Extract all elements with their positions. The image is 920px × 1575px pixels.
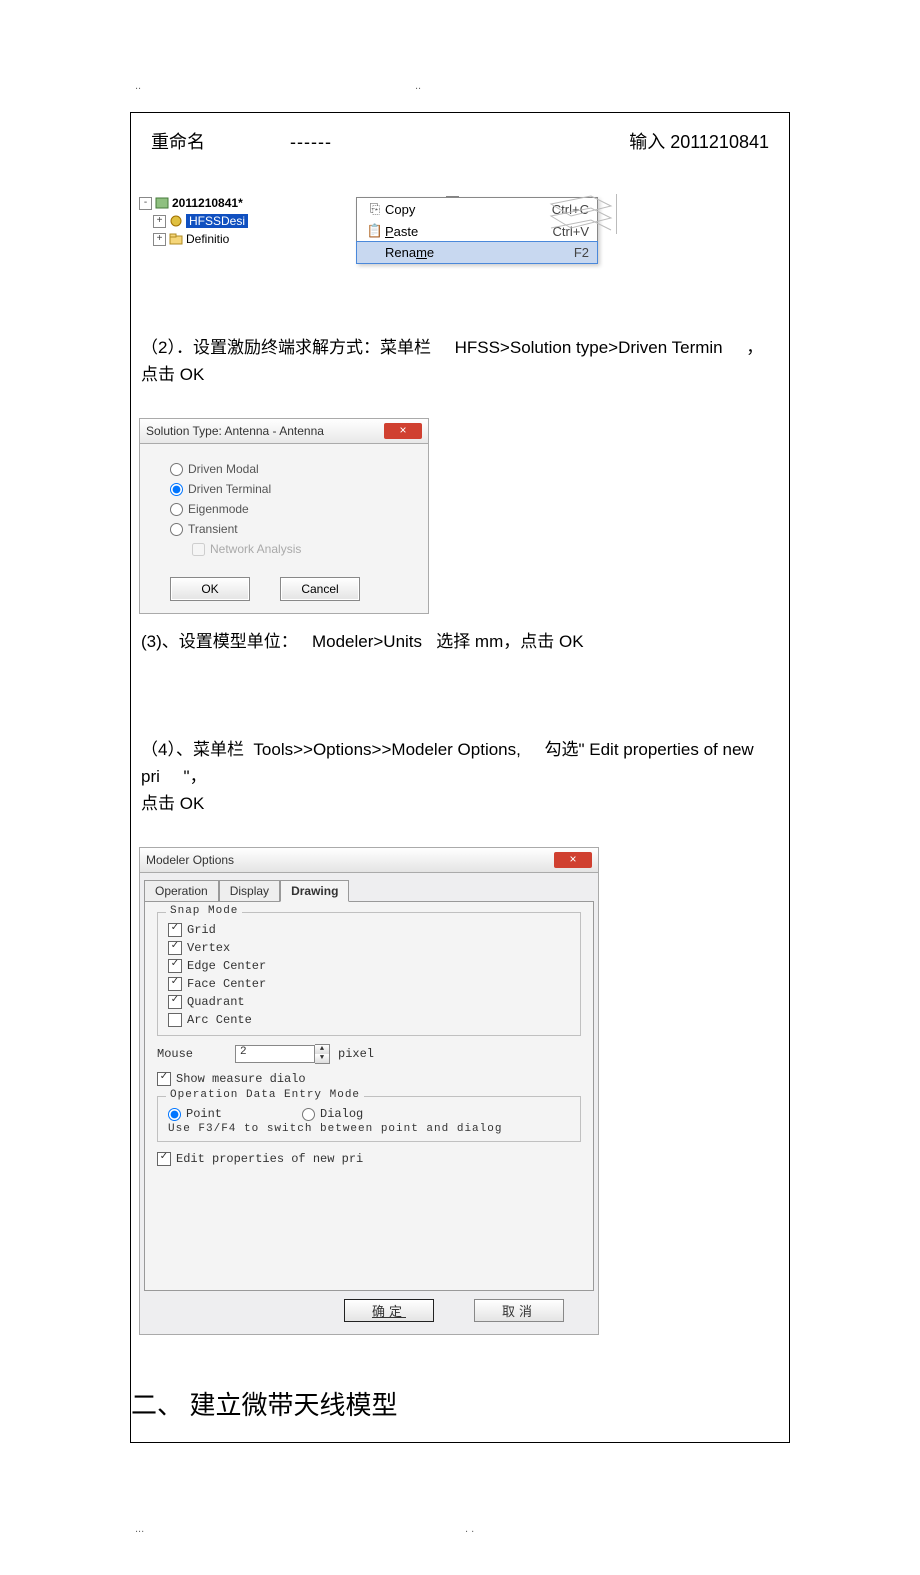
radio-eigenmode[interactable]: Eigenmode [170,499,398,519]
collapse-icon[interactable]: - [139,197,152,210]
cancel-button[interactable]: Cancel [280,577,360,601]
hfss-icon [169,215,183,227]
tab-operation[interactable]: Operation [144,880,219,902]
spin-down-icon[interactable]: ▼ [315,1054,329,1063]
dialog-title: Modeler Options [146,853,554,867]
h2-num: 二、 [131,1391,183,1420]
chk-label: Vertex [187,941,230,955]
solution-type-dialog: Solution Type: Antenna - Antenna × Drive… [139,418,429,614]
check-show-measure[interactable]: ✓Show measure dialo [157,1070,581,1088]
top-dots-left: .. [135,80,415,92]
project-tree[interactable]: - 2011210841* + HFSSDesi + Definitio [139,194,339,248]
definitions-node[interactable]: Definitio [186,232,229,246]
radio-transient[interactable]: Transient [170,519,398,539]
radio-driven-terminal[interactable]: Driven Terminal [170,479,398,499]
frame-legend: Operation Data Entry Mode [166,1089,364,1101]
project-icon [155,197,169,209]
sec3-a: (3)、设置模型单位： [141,632,298,651]
menu-rename[interactable]: RenameF2 [356,241,598,264]
paste-icon: 📋 [365,223,385,239]
mouse-value[interactable]: 2 [235,1045,315,1063]
menu-rename-shortcut: F2 [574,245,589,260]
close-button[interactable]: × [384,423,422,439]
modeler-preview [546,194,617,234]
opt-label: Eigenmode [188,502,249,516]
chk-label: Grid [187,923,216,937]
expand-icon[interactable]: + [153,215,166,228]
expand-icon[interactable]: + [153,233,166,246]
bot-dots-right: . . [465,1523,474,1535]
opt-label: Driven Modal [188,462,259,476]
chk-label: Show measure dialo [176,1072,306,1086]
input-text: 输入 2011210841 [629,128,769,154]
sec4-a: （4）、菜单栏 [141,740,244,759]
sec4-c: 勾选" [544,740,584,759]
check-edge-center[interactable]: ✓Edge Center [168,957,570,975]
close-button[interactable]: × [554,852,592,868]
frame-legend: Snap Mode [166,905,242,917]
opt-label: Network Analysis [210,542,301,556]
ode-hint: Use F3/F4 to switch between point and di… [168,1123,570,1135]
hfss-design-node[interactable]: HFSSDesi [186,214,248,228]
mouse-label: Mouse [157,1047,227,1061]
opt-label: Driven Terminal [188,482,271,496]
tab-drawing[interactable]: Drawing [280,880,349,902]
opt-label: Dialog [320,1107,363,1121]
rename-label: 重命名 [151,128,205,154]
check-quadrant[interactable]: ✓Quadrant [168,993,570,1011]
check-face-center[interactable]: ✓Face Center [168,975,570,993]
chk-label: Arc Cente [187,1013,252,1027]
opt-label: Point [186,1107,222,1121]
bot-dots-left: ... [135,1523,465,1535]
sec4-b: Tools>>Options>>Modeler Options, [253,740,520,759]
h2-title: 建立微带天线模型 [190,1391,398,1420]
check-vertex[interactable]: ✓Vertex [168,939,570,957]
chk-label: Edit properties of new pri [176,1152,363,1166]
check-grid[interactable]: ✓Grid [168,921,570,939]
menu-paste-label: Paste [385,224,553,239]
folder-icon [169,233,183,245]
chk-label: Edge Center [187,959,266,973]
sec2-pre: （2）．设置激励终端求解方式：菜单栏 [141,338,431,357]
dashes: ------ [290,132,332,153]
check-network-analysis: Network Analysis [192,539,398,559]
check-edit-properties[interactable]: ✓Edit properties of new pri [157,1150,581,1168]
radio-point[interactable]: Point [168,1105,222,1123]
mouse-spinner[interactable]: 2 ▲▼ [235,1044,330,1064]
menu-rename-label: Rename [385,245,574,260]
dialog-title: Solution Type: Antenna - Antenna [146,424,384,438]
menu-copy-label: Copy [385,202,552,217]
check-arc-center[interactable]: Arc Cente [168,1011,570,1029]
sec4-f: 点击 OK [141,794,204,813]
opt-label: Transient [188,522,238,536]
tab-display[interactable]: Display [219,880,280,902]
chk-label: Quadrant [187,995,245,1009]
ok-button[interactable]: OK [170,577,250,601]
chk-label: Face Center [187,977,266,991]
sec3-c: 选择 mm，点击 OK [436,632,583,651]
radio-driven-modal[interactable]: Driven Modal [170,459,398,479]
sec2-menu-path: HFSS>Solution type>Driven Termin [455,338,723,357]
ode-frame: Operation Data Entry Mode Point Dialog U… [157,1096,581,1142]
mouse-unit: pixel [338,1047,374,1061]
snap-mode-frame: Snap Mode ✓Grid ✓Vertex ✓Edge Center ✓Fa… [157,912,581,1036]
modeler-options-dialog: Modeler Options × Operation Display Draw… [139,847,599,1335]
sec3-b: Modeler>Units [312,632,422,651]
radio-dialog[interactable]: Dialog [302,1105,363,1123]
spin-up-icon[interactable]: ▲ [315,1045,329,1054]
copy-icon: ⎘ [365,201,385,217]
top-dots-right: .. [415,80,421,92]
sec4-e: "， [184,767,207,786]
project-name[interactable]: 2011210841* [172,196,243,210]
